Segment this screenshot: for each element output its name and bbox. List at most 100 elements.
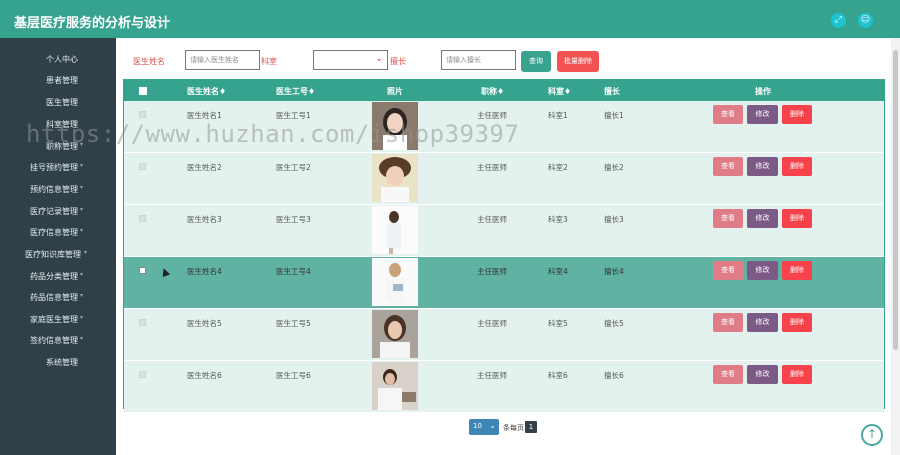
chevron-down-icon: ▾ [80, 271, 84, 278]
user-icon[interactable]: ☺ [858, 13, 873, 28]
director-input[interactable] [441, 50, 516, 70]
header-department[interactable]: 科室♦ [548, 86, 571, 97]
view-button[interactable]: 查看 [713, 105, 743, 124]
chevron-down-icon: ▾ [73, 75, 77, 82]
chevron-down-icon: ▾ [80, 227, 84, 234]
edit-button[interactable]: 修改 [747, 365, 778, 384]
doctor-photo-graphic [372, 154, 418, 202]
sidebar-item-medical-records[interactable]: 医疗记录管理 ▾ [0, 202, 116, 222]
select-all-checkbox[interactable] [139, 87, 147, 95]
edit-button[interactable]: 修改 [747, 261, 778, 280]
delete-button[interactable]: 删除 [782, 157, 812, 176]
cell-specialty: 擅长5 [604, 319, 624, 328]
chevron-down-icon: ▾ [80, 292, 84, 299]
sidebar-item-doctors[interactable]: 医生管理 ▾ [0, 93, 116, 113]
row-checkbox[interactable] [139, 319, 146, 326]
sidebar-item-medical-info[interactable]: 医疗信息管理 ▾ [0, 223, 116, 243]
doctor-photo [372, 362, 418, 410]
chevron-down-icon: ▾ [80, 206, 84, 213]
table-row: 医生姓名6 医生工号6 主任医师 科室6 擅长6 查看 修改 删除 [124, 361, 884, 412]
sidebar-item-label: 家庭医生管理 [30, 315, 78, 324]
cell-doctor-name: 医生姓名6 [187, 371, 222, 380]
sidebar-item-label: 医疗信息管理 [30, 228, 78, 237]
chevron-down-icon: ▾ [73, 357, 77, 364]
header-photo: 照片 [387, 87, 403, 96]
cell-specialty: 擅长4 [604, 267, 624, 276]
cell-title: 主任医师 [477, 267, 507, 276]
sidebar-item-contracts[interactable]: 签约信息管理 ▾ [0, 331, 116, 351]
scroll-to-top-icon[interactable]: ↑ [861, 424, 883, 446]
cell-specialty: 擅长3 [604, 215, 624, 224]
sidebar-item-family-doctors[interactable]: 家庭医生管理 ▾ [0, 310, 116, 330]
row-checkbox[interactable] [139, 267, 146, 274]
sidebar-item-knowledge-base[interactable]: 医疗知识库管理 ▾ [0, 245, 116, 265]
sidebar-item-system[interactable]: 系统管理 ▾ [0, 353, 116, 373]
cell-doctor-name: 医生姓名2 [187, 163, 222, 172]
doctor-name-label: 医生姓名 [133, 57, 165, 66]
page-size-select[interactable]: 10 ⌄ [469, 419, 499, 435]
sidebar-item-drug-info[interactable]: 药品信息管理 ▾ [0, 288, 116, 308]
department-select[interactable]: ⌄ [313, 50, 388, 70]
row-checkbox[interactable] [139, 215, 146, 222]
sidebar-item-label: 医疗知识库管理 [25, 250, 81, 259]
header-doctor-id[interactable]: 医生工号♦ [276, 86, 315, 97]
doctor-photo-graphic [372, 310, 418, 358]
top-bar: 基层医疗服务的分析与设计 ⤢ ☺ [0, 0, 900, 38]
cell-department: 科室1 [548, 111, 568, 120]
doctor-photo-graphic [372, 258, 418, 306]
cell-department: 科室5 [548, 319, 568, 328]
row-checkbox[interactable] [139, 163, 146, 170]
vertical-scrollbar[interactable] [891, 38, 900, 455]
cell-doctor-id: 医生工号4 [276, 267, 311, 276]
header-title[interactable]: 职称♦ [481, 86, 504, 97]
chevron-down-icon: ▾ [80, 335, 84, 342]
sidebar-item-personal-center[interactable]: 个人中心 ▾ [0, 50, 116, 70]
view-button[interactable]: 查看 [713, 365, 743, 384]
delete-button[interactable]: 删除 [782, 261, 812, 280]
fullscreen-icon[interactable]: ⤢ [831, 13, 846, 28]
header-doctor-name[interactable]: 医生姓名♦ [187, 86, 226, 97]
table-row: 医生姓名4 医生工号4 主任医师 科室4 擅长4 查看 修改 删除 [124, 257, 884, 308]
edit-button[interactable]: 修改 [747, 105, 778, 124]
delete-button[interactable]: 删除 [782, 365, 812, 384]
table-header: 医生姓名♦ 医生工号♦ 照片 职称♦ 科室♦ 擅长 操作 [124, 80, 884, 101]
watermark: https://www.huzhan.com/ishop39397 [26, 120, 520, 148]
chevron-down-icon: ▾ [80, 162, 84, 169]
row-checkbox[interactable] [139, 371, 146, 378]
cell-department: 科室6 [548, 371, 568, 380]
view-button[interactable]: 查看 [713, 313, 743, 332]
delete-button[interactable]: 删除 [782, 313, 812, 332]
scrollbar-thumb[interactable] [893, 50, 898, 350]
sidebar-item-appointments[interactable]: 预约信息管理 ▾ [0, 180, 116, 200]
view-button[interactable]: 查看 [713, 261, 743, 280]
cell-department: 科室2 [548, 163, 568, 172]
chevron-down-icon: ▾ [73, 54, 77, 61]
sidebar-item-registration[interactable]: 挂号预约管理 ▾ [0, 158, 116, 178]
cell-specialty: 擅长2 [604, 163, 624, 172]
edit-button[interactable]: 修改 [747, 313, 778, 332]
delete-button[interactable]: 删除 [782, 209, 812, 228]
cell-title: 主任医师 [477, 371, 507, 380]
chevron-down-icon: ▾ [73, 97, 77, 104]
page-number-button[interactable]: 1 [525, 421, 537, 433]
edit-button[interactable]: 修改 [747, 209, 778, 228]
view-button[interactable]: 查看 [713, 209, 743, 228]
batch-delete-button[interactable]: 批量删除 [557, 51, 599, 72]
doctor-name-input[interactable] [185, 50, 260, 70]
sidebar-item-label: 药品信息管理 [30, 293, 78, 302]
query-button[interactable]: 查询 [521, 51, 551, 72]
sidebar-item-drug-categories[interactable]: 药品分类管理 ▾ [0, 267, 116, 287]
app-title: 基层医疗服务的分析与设计 [14, 16, 171, 31]
view-button[interactable]: 查看 [713, 157, 743, 176]
sidebar-item-patients[interactable]: 患者管理 ▾ [0, 71, 116, 91]
delete-button[interactable]: 删除 [782, 105, 812, 124]
row-checkbox[interactable] [139, 111, 146, 118]
chevron-down-icon: ▾ [84, 249, 88, 256]
sidebar-item-label: 预约信息管理 [30, 185, 78, 194]
edit-button[interactable]: 修改 [747, 157, 778, 176]
cell-title: 主任医师 [477, 215, 507, 224]
director-label: 擅长 [390, 57, 406, 66]
cell-title: 主任医师 [477, 319, 507, 328]
cell-department: 科室4 [548, 267, 568, 276]
doctor-photo [372, 154, 418, 202]
